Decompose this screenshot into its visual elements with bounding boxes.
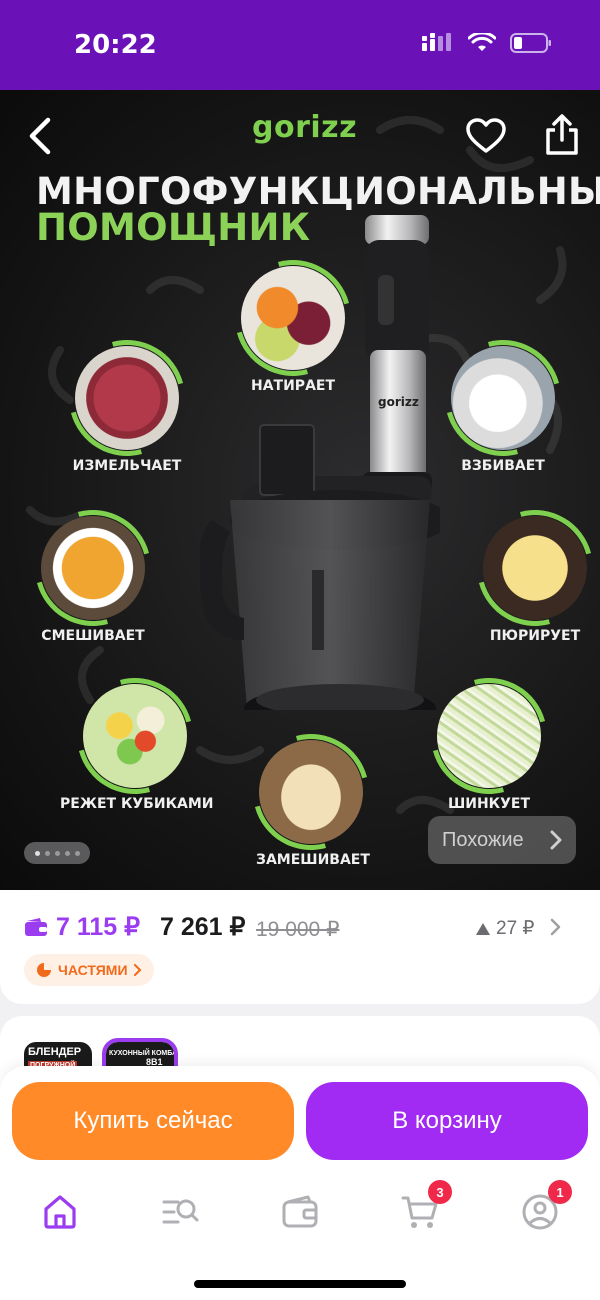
status-bar: 20:22 [0, 0, 600, 90]
variant-label: БЛЕНДЕР [28, 1046, 82, 1058]
diced-salad-image [55, 656, 215, 816]
profile-badge: 1 [548, 1180, 572, 1204]
wifi-icon [468, 33, 496, 51]
carousel-dot [64, 850, 70, 856]
heart-icon[interactable] [466, 118, 506, 154]
feature-label: ВЗБИВАЕТ [461, 458, 545, 474]
status-time: 20:22 [74, 30, 157, 60]
wallet-price-value: 7 115 ₽ [56, 913, 141, 941]
back-arrow-icon[interactable] [22, 114, 58, 158]
similar-label: Похожие [442, 828, 524, 851]
feature-kneading: ЗАМЕШИВАЕТ [231, 712, 391, 872]
price-history[interactable]: 27 ₽ [476, 917, 535, 940]
dough-image [231, 712, 391, 872]
feature-grating: НАТИРАЕТ [213, 238, 373, 398]
status-icons [422, 32, 552, 54]
feature-shredding: ШИНКУЕТ [409, 656, 569, 816]
carousel-dot [74, 850, 80, 856]
mashed-potatoes-image [455, 488, 600, 648]
home-indicator [194, 1280, 406, 1288]
tab-profile[interactable]: 1 [520, 1180, 572, 1232]
chevron-right-icon[interactable] [550, 918, 562, 936]
price-card: 7 115 ₽ 7 261 ₽ 19 000 ₽ 27 ₽ ЧАСТЯМИ [0, 890, 600, 1004]
chevron-right-icon [133, 964, 141, 976]
carousel-dot [44, 850, 50, 856]
feature-label: РЕЖЕТ КУБИКАМИ [60, 796, 214, 812]
whipped-cream-image [423, 318, 583, 478]
wallet-icon [282, 1195, 318, 1228]
feature-mixing: СМЕШИВАЕТ [13, 488, 173, 648]
carousel-dots [24, 842, 90, 864]
wallet-price[interactable]: 7 115 ₽ [24, 912, 140, 942]
tab-cart[interactable]: 3 [400, 1180, 452, 1232]
wallet-icon [25, 918, 47, 936]
share-icon[interactable] [544, 114, 580, 156]
home-icon [44, 1195, 76, 1229]
triangle-up-icon [476, 922, 490, 935]
bottom-panel: Купить сейчас В корзину 3 1 [0, 1066, 600, 1300]
add-to-cart-button[interactable]: В корзину [306, 1082, 588, 1160]
feature-pureeing: ПЮРИРУЕТ [455, 488, 600, 648]
feature-label: СМЕШИВАЕТ [41, 628, 145, 644]
feature-label: ИЗМЕЛЬЧАЕТ [72, 458, 182, 474]
feature-label: ЗАМЕШИВАЕТ [256, 852, 370, 868]
battery-icon [510, 33, 551, 53]
feature-whisking: ВЗБИВАЕТ [423, 318, 583, 478]
old-price: 19 000 ₽ [256, 918, 340, 941]
feature-label: НАТИРАЕТ [250, 378, 336, 394]
product-image-carousel[interactable]: gorizz МНОГОФУНКЦИОНАЛЬНЫЙ ПОМОЩНИК gori… [0, 90, 600, 890]
feature-label: ПЮРИРУЕТ [489, 628, 581, 644]
variant-label: КУХОННЫЙ КОМБАЙН [109, 1050, 174, 1057]
installments-label: ЧАСТЯМИ [58, 962, 128, 978]
similar-products-button[interactable]: Похожие [428, 816, 576, 864]
feature-mincing: ИЗМЕЛЬЧАЕТ [47, 318, 207, 478]
tab-wallet[interactable] [280, 1192, 320, 1232]
minced-meat-image [47, 318, 207, 478]
price-delta-value: 27 ₽ [496, 918, 535, 939]
cart-badge: 3 [428, 1180, 452, 1204]
catalog-search-icon [162, 1199, 199, 1224]
soup-image [13, 488, 173, 648]
buy-now-button[interactable]: Купить сейчас [12, 1082, 294, 1160]
grated-vegetables-image [213, 238, 373, 398]
pie-chart-icon [37, 963, 51, 977]
installments-badge[interactable]: ЧАСТЯМИ [24, 954, 154, 986]
tab-catalog[interactable] [160, 1192, 200, 1232]
shredded-cabbage-image [409, 656, 569, 816]
product-brand-mark: gorizz [378, 395, 419, 409]
feature-dicing: РЕЖЕТ КУБИКАМИ [55, 656, 215, 816]
feature-label: ШИНКУЕТ [447, 796, 531, 812]
tab-home[interactable] [40, 1192, 80, 1232]
chevron-right-icon [550, 830, 562, 850]
carousel-dot [54, 850, 60, 856]
current-price: 7 261 ₽ [160, 913, 246, 941]
brand-logo: gorizz [252, 110, 358, 145]
signal-icon [422, 33, 451, 51]
carousel-dot [34, 850, 40, 856]
